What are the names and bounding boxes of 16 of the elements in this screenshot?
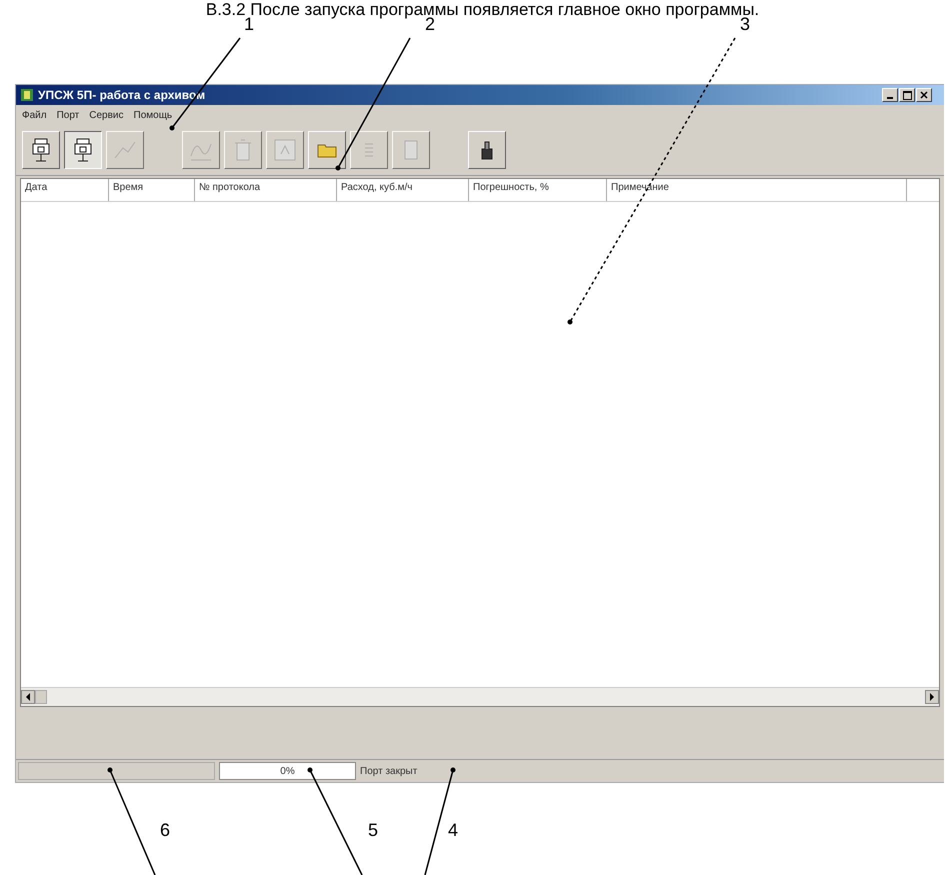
menu-item[interactable]: Сервис [89, 110, 124, 120]
menu-item[interactable]: Помощь [134, 110, 172, 120]
port-status: Порт закрыт [360, 766, 418, 776]
window-title: УПСЖ 5П- работа с архивом [38, 88, 206, 102]
column-header[interactable]: № протокола [195, 179, 337, 201]
column-header[interactable]: Примечание [607, 179, 907, 201]
callout-number: 5 [368, 820, 378, 840]
column-header[interactable]: Погрешность, % [469, 179, 607, 201]
callout-number: 4 [448, 820, 458, 840]
callout-number: 6 [160, 820, 170, 840]
menu-item[interactable]: Файл [22, 110, 47, 120]
column-header[interactable]: Время [109, 179, 195, 201]
column-header[interactable]: Расход, куб.м/ч [337, 179, 469, 201]
column-header[interactable]: Дата [21, 179, 109, 201]
menu-item[interactable]: Порт [56, 110, 80, 120]
progress-text: 0% [280, 766, 295, 776]
